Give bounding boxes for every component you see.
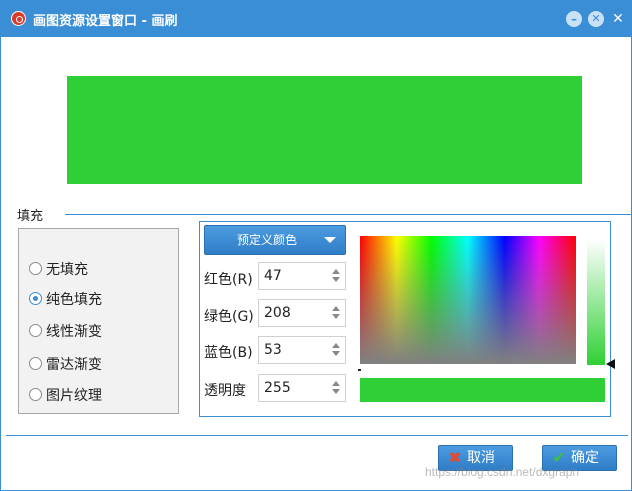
radio-radial-gradient[interactable]: 雷达渐变 — [29, 355, 102, 375]
red-value[interactable]: 47 — [264, 268, 282, 284]
app-icon — [11, 11, 26, 26]
fill-group-label: 填充 — [17, 209, 44, 224]
brush-preview — [67, 76, 582, 184]
spin-arrows-icon[interactable] — [332, 343, 340, 357]
current-color-swatch — [360, 378, 605, 402]
red-label: 红色(R) — [204, 272, 253, 288]
luminance-marker-icon[interactable] — [606, 359, 615, 369]
watermark: https://blog.csdn.net/dxgraph — [425, 465, 580, 479]
alpha-label: 透明度 — [204, 383, 246, 399]
alpha-spinbox[interactable]: 255 — [258, 374, 346, 402]
radio-button[interactable] — [29, 388, 42, 401]
radio-label: 无填充 — [46, 262, 88, 278]
footer-divider — [6, 435, 628, 436]
spectrum-cursor[interactable] — [358, 369, 361, 371]
green-label: 绿色(G) — [204, 309, 254, 325]
preset-colors-label: 预定义颜色 — [237, 233, 298, 247]
spin-arrows-icon[interactable] — [332, 269, 340, 283]
radio-no-fill[interactable]: 无填充 — [29, 260, 88, 280]
ok-label: 确定 — [571, 450, 599, 466]
radio-label: 雷达渐变 — [46, 357, 102, 373]
minimize-icon[interactable]: – — [566, 11, 582, 27]
color-spectrum[interactable] — [360, 236, 576, 364]
radio-button[interactable] — [29, 357, 42, 370]
window-title: 画图资源设置窗口 - 画刷 — [33, 14, 178, 29]
radio-solid-fill[interactable]: 纯色填充 — [29, 290, 102, 310]
title-bar[interactable]: 画图资源设置窗口 - 画刷 – ✕ ✕ — [1, 1, 631, 37]
cancel-label: 取消 — [467, 450, 495, 466]
blue-label: 蓝色(B) — [204, 345, 253, 361]
dialog-window: 画图资源设置窗口 - 画刷 – ✕ ✕ 填充 无填充 纯色填充 线性渐变 雷达渐… — [0, 0, 632, 491]
checkmark-icon: ✔ — [552, 448, 566, 467]
radio-button-checked[interactable] — [29, 292, 42, 305]
cancel-x-icon: ✖ — [448, 448, 462, 467]
green-spinbox[interactable]: 208 — [258, 299, 346, 327]
radio-linear-gradient[interactable]: 线性渐变 — [29, 322, 102, 342]
chevron-down-icon[interactable] — [324, 237, 336, 243]
radio-label: 图片纹理 — [46, 388, 102, 404]
radio-button[interactable] — [29, 324, 42, 337]
fill-type-panel: 无填充 纯色填充 线性渐变 雷达渐变 图片纹理 — [18, 228, 179, 414]
radio-label: 线性渐变 — [46, 324, 102, 340]
blue-value[interactable]: 53 — [264, 342, 282, 358]
spin-arrows-icon[interactable] — [332, 381, 340, 395]
restore-icon[interactable]: ✕ — [588, 11, 604, 27]
blue-spinbox[interactable]: 53 — [258, 336, 346, 364]
radio-label: 纯色填充 — [46, 292, 102, 308]
alpha-value[interactable]: 255 — [264, 380, 291, 396]
radio-button[interactable] — [29, 262, 42, 275]
fill-group-divider — [65, 214, 632, 215]
green-value[interactable]: 208 — [264, 305, 291, 321]
luminance-slider[interactable] — [587, 239, 605, 365]
radio-image-texture[interactable]: 图片纹理 — [29, 386, 102, 406]
close-icon[interactable]: ✕ — [610, 11, 626, 27]
red-spinbox[interactable]: 47 — [258, 262, 346, 290]
spin-arrows-icon[interactable] — [332, 306, 340, 320]
